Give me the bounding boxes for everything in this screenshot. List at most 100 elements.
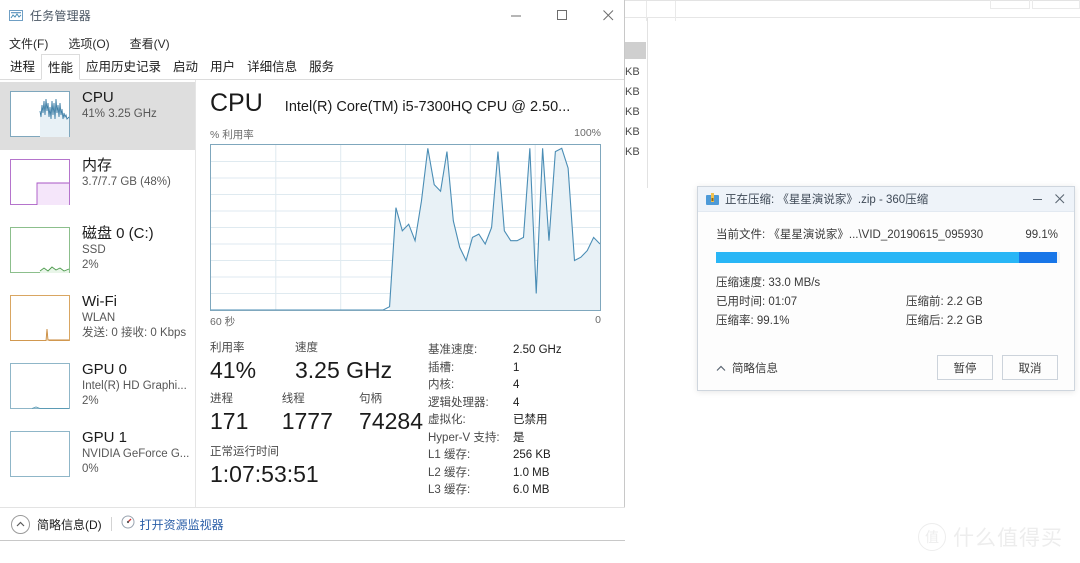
- sidebar-item-text: GPU 0 Intel(R) HD Graphi... 2%: [82, 360, 187, 409]
- current-file-label: 当前文件:: [716, 229, 766, 241]
- tab-details[interactable]: 详细信息: [241, 54, 303, 79]
- tab-app-history[interactable]: 应用历史记录: [80, 54, 167, 79]
- spec-key: L2 缓存:: [428, 466, 471, 479]
- stat-handles: 句柄 74284: [359, 391, 423, 436]
- cpu-thumbnail-chart: [10, 91, 70, 137]
- sidebar-item-cpu[interactable]: CPU 41% 3.25 GHz: [0, 82, 195, 150]
- speed-cell: 压缩速度: 33.0 MB/s: [716, 274, 906, 293]
- ratio-label: 压缩率:: [716, 315, 754, 327]
- spec-key: Hyper-V 支持:: [428, 431, 500, 444]
- tab-performance[interactable]: 性能: [41, 54, 81, 80]
- background-window-column-divider: [647, 18, 648, 188]
- chevron-up-icon: [716, 359, 726, 377]
- size-before-value: 2.2 GB: [946, 296, 983, 308]
- performance-detail-panel: CPU Intel(R) Core(TM) i5-7300HQ CPU @ 2.…: [196, 80, 624, 535]
- tab-services[interactable]: 服务: [303, 54, 340, 79]
- task-manager-icon: [9, 9, 24, 23]
- compress-dialog[interactable]: 正在压缩: 《星星演说家》.zip - 360压缩 当前文件: 《星星演说家》.…: [697, 186, 1075, 391]
- menu-item-file[interactable]: 文件(F): [6, 34, 51, 53]
- stat-row-elapsed: 已用时间: 01:07 压缩前: 2.2 GB: [716, 293, 1058, 312]
- compress-dialog-titlebar[interactable]: 正在压缩: 《星星演说家》.zip - 360压缩: [698, 187, 1074, 212]
- brief-info-toggle[interactable]: 简略信息: [716, 359, 778, 377]
- tab-startup[interactable]: 启动: [167, 54, 204, 79]
- task-manager-body: CPU 41% 3.25 GHz 内存 3.7/7.7 GB (48%) 磁盘 …: [0, 80, 624, 535]
- open-resource-monitor-link[interactable]: 打开资源监视器: [121, 515, 224, 534]
- tab-processes[interactable]: 进程: [4, 54, 41, 79]
- task-manager-titlebar[interactable]: 任务管理器: [0, 0, 624, 32]
- cpu-specs-list: 基准速度: 2.50 GHz 插槽: 1 内核: 4 逻辑处理器: 4 虚拟化:…: [428, 340, 624, 500]
- sidebar-item-gpu0[interactable]: GPU 0 Intel(R) HD Graphi... 2%: [0, 354, 195, 422]
- speed-label: 压缩速度:: [716, 277, 766, 289]
- task-manager-window[interactable]: 任务管理器 文件(F) 选项(O) 查看(V) 进程 性能 应用历史记录 启动 …: [0, 0, 625, 563]
- cancel-button[interactable]: 取消: [1002, 355, 1058, 380]
- sidebar-item-gpu1[interactable]: GPU 1 NVIDIA GeForce G... 0%: [0, 422, 195, 490]
- menu-bar[interactable]: 文件(F) 选项(O) 查看(V): [0, 32, 624, 54]
- background-size-cell: KB: [625, 66, 640, 78]
- memory-thumbnail-chart: [10, 159, 70, 205]
- background-size-cell: KB: [625, 106, 640, 118]
- spec-hyperv: Hyper-V 支持: 是: [428, 430, 624, 448]
- chart-x-right-label: 0: [595, 314, 601, 326]
- spec-value: 1: [513, 361, 520, 374]
- sidebar-item-sub2: 2%: [82, 259, 99, 271]
- cpu-utilization-chart: [210, 144, 601, 311]
- spec-value: 4: [513, 379, 520, 391]
- spec-key: L3 缓存:: [428, 484, 471, 496]
- spec-key: L1 缓存:: [428, 449, 471, 461]
- detail-header: CPU Intel(R) Core(TM) i5-7300HQ CPU @ 2.…: [210, 88, 624, 118]
- sidebar-item-label: GPU 1: [82, 429, 128, 446]
- background-window-toolbar-box-1[interactable]: [990, 0, 1030, 9]
- stat-value: 1777: [281, 408, 333, 434]
- task-manager-title: 任务管理器: [30, 9, 92, 23]
- ratio-cell: 压缩率: 99.1%: [716, 312, 906, 331]
- background-window-tab[interactable]: [646, 1, 676, 21]
- stats-row-2: 进程 171 线程 1777 句柄 74284: [210, 391, 428, 436]
- ratio-value: 99.1%: [756, 315, 790, 327]
- sidebar-item-wifi[interactable]: Wi-Fi WLAN 发送: 0 接收: 0 Kbps: [0, 286, 195, 354]
- stats-primary: 利用率 41% 速度 3.25 GHz 进程 171 线程 1777 句柄 74…: [210, 340, 428, 500]
- sidebar-item-sub: 3.7/7.7 GB (48%): [82, 176, 171, 188]
- window-bottom-edge: [0, 541, 625, 563]
- background-size-cell: KB: [625, 86, 640, 98]
- tab-bar[interactable]: 进程 性能 应用历史记录 启动 用户 详细信息 服务: [0, 54, 624, 80]
- close-icon[interactable]: [586, 0, 631, 31]
- current-file-value: 《星星演说家》...\VID_20190615_095930: [768, 229, 984, 241]
- pause-button[interactable]: 暂停: [937, 355, 993, 380]
- background-window-toolbar-box-2[interactable]: [1032, 0, 1080, 9]
- spec-l2-cache: L2 缓存: 1.0 MB: [428, 465, 624, 483]
- maximize-icon[interactable]: [540, 0, 585, 31]
- sidebar-item-text: 内存 3.7/7.7 GB (48%): [82, 156, 171, 190]
- compress-stats: 压缩速度: 33.0 MB/s 已用时间: 01:07 压缩前: 2.2 GB …: [716, 274, 1058, 331]
- sidebar-item-disk[interactable]: 磁盘 0 (C:) SSD 2%: [0, 218, 195, 286]
- stat-value: 74284: [359, 408, 423, 434]
- stat-label: 进程: [210, 393, 233, 405]
- spec-key: 内核:: [428, 379, 455, 391]
- menu-item-view[interactable]: 查看(V): [127, 34, 173, 53]
- minimize-icon[interactable]: [494, 0, 539, 31]
- sidebar-item-sub: NVIDIA GeForce G...: [82, 448, 190, 460]
- spec-value: 4: [513, 396, 520, 409]
- stat-value: 1:07:53:51: [210, 461, 319, 487]
- fewer-details-label: 简略信息(D): [37, 517, 102, 532]
- dialog-buttons: 暂停 取消: [937, 355, 1058, 380]
- size-after-cell: 压缩后: 2.2 GB: [906, 312, 983, 331]
- brief-info-label: 简略信息: [732, 362, 778, 375]
- resource-monitor-label: 打开资源监视器: [139, 517, 224, 532]
- menu-item-options[interactable]: 选项(O): [65, 34, 112, 53]
- sidebar-item-sub2: 发送: 0 接收: 0 Kbps: [82, 327, 187, 339]
- progress-percent-label: 99.1%: [1025, 229, 1058, 241]
- close-icon[interactable]: [1049, 187, 1071, 211]
- spec-cores: 内核: 4: [428, 377, 624, 395]
- status-bar: 简略信息(D) 打开资源监视器: [0, 507, 625, 540]
- spec-l3-cache: L3 缓存: 6.0 MB: [428, 482, 624, 500]
- fewer-details-button[interactable]: 简略信息(D): [11, 514, 102, 534]
- stat-label: 利用率: [210, 342, 245, 354]
- resource-list[interactable]: CPU 41% 3.25 GHz 内存 3.7/7.7 GB (48%) 磁盘 …: [0, 80, 196, 535]
- size-before-cell: 压缩前: 2.2 GB: [906, 293, 983, 312]
- sidebar-item-memory[interactable]: 内存 3.7/7.7 GB (48%): [0, 150, 195, 218]
- tab-users[interactable]: 用户: [204, 54, 241, 79]
- background-size-cell: KB: [625, 146, 640, 158]
- sidebar-item-text: Wi-Fi WLAN 发送: 0 接收: 0 Kbps: [82, 292, 186, 341]
- minimize-icon[interactable]: [1027, 187, 1049, 211]
- stat-uptime: 正常运行时间 1:07:53:51: [210, 444, 428, 489]
